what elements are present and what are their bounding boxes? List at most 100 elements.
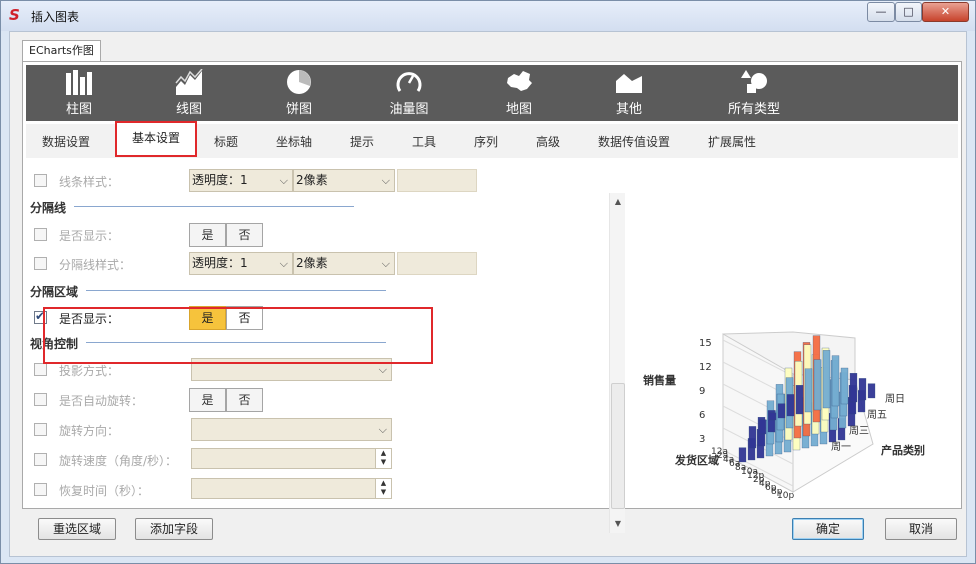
rotate-direction-select[interactable]: ⌵ bbox=[191, 418, 392, 441]
subtab-axis[interactable]: 坐标轴 bbox=[276, 133, 312, 150]
chart-type-gauge[interactable]: 油量图 bbox=[364, 65, 454, 121]
chart-type-other[interactable]: 其他 bbox=[584, 65, 674, 121]
auto-rotate-label: 是否自动旋转： bbox=[59, 394, 144, 408]
auto-rotate-row: 是否自动旋转： 是 否 bbox=[26, 388, 626, 412]
subtab-title[interactable]: 标题 bbox=[214, 133, 238, 150]
divider-opacity-select[interactable]: 透明度：1 ⌵ bbox=[189, 252, 293, 275]
bar-mark bbox=[804, 368, 813, 413]
subtab-data[interactable]: 数据设置 bbox=[42, 133, 90, 150]
scroll-thumb[interactable] bbox=[611, 383, 625, 509]
maximize-button[interactable]: □ bbox=[895, 2, 922, 22]
y-tick-label: 周一 bbox=[831, 441, 851, 453]
chart-type-map[interactable]: 地图 bbox=[474, 65, 564, 121]
chart-type-line[interactable]: 线图 bbox=[144, 65, 234, 121]
auto-rotate-yes-button[interactable]: 是 bbox=[189, 388, 226, 412]
z-axis-label: 销售量 bbox=[643, 373, 676, 387]
spinner-arrows-icon[interactable]: ▲ ▼ bbox=[375, 449, 391, 468]
recover-time-checkbox[interactable] bbox=[34, 483, 47, 496]
chart-type-all[interactable]: 所有类型 bbox=[694, 65, 814, 121]
rotate-direction-label: 旋转方向： bbox=[59, 424, 120, 438]
rotate-speed-row: 旋转速度（角度/秒）： ▲ ▼ bbox=[26, 448, 626, 472]
line-opacity-value: 透明度：1 bbox=[192, 173, 248, 187]
z-tick-label: 15 bbox=[699, 338, 712, 349]
area-line-chart-icon bbox=[175, 69, 203, 95]
title-bar: S 插入图表 — □ ✕ bbox=[1, 1, 975, 31]
cancel-button[interactable]: 取消 bbox=[885, 518, 957, 540]
chart-preview: 销售量 发货区域 产品类别 1512963 周日周五周三周一 12a2a4a6a… bbox=[643, 331, 925, 501]
other-chart-icon bbox=[616, 74, 642, 93]
highlight-area-section bbox=[43, 307, 433, 364]
rotate-speed-spinner[interactable]: ▲ ▼ bbox=[191, 448, 392, 469]
scroll-down-icon[interactable]: ▼ bbox=[610, 519, 626, 528]
tab-echarts[interactable]: ECharts作图 bbox=[22, 40, 101, 62]
line-style-checkbox[interactable] bbox=[34, 174, 47, 187]
bar-mark bbox=[786, 394, 795, 417]
toolbar-label: 地图 bbox=[505, 102, 532, 117]
toolbar-label: 饼图 bbox=[285, 102, 312, 117]
section-divider bbox=[74, 206, 354, 207]
area-section-title: 分隔区域 bbox=[30, 285, 79, 299]
subtab-tooltip[interactable]: 提示 bbox=[350, 133, 374, 150]
subtab-data-transfer[interactable]: 数据传值设置 bbox=[598, 133, 670, 150]
section-divider bbox=[86, 290, 386, 291]
toolbar-label: 所有类型 bbox=[727, 102, 780, 117]
bar-mark bbox=[849, 373, 858, 403]
toolbar-label: 油量图 bbox=[389, 102, 429, 117]
bar-chart-icon bbox=[66, 70, 92, 95]
subtab-series[interactable]: 序列 bbox=[474, 133, 498, 150]
all-types-icon bbox=[741, 70, 767, 93]
add-field-button[interactable]: 添加字段 bbox=[135, 518, 213, 540]
close-button[interactable]: ✕ bbox=[922, 2, 969, 22]
bar-mark bbox=[867, 383, 876, 399]
line-opacity-select[interactable]: 透明度：1 ⌵ bbox=[189, 169, 293, 192]
divider-width-select[interactable]: 2像素 ⌵ bbox=[293, 252, 395, 275]
divider-yes-button[interactable]: 是 bbox=[189, 223, 226, 247]
divider-no-button[interactable]: 否 bbox=[226, 223, 263, 247]
scroll-up-icon[interactable]: ▲ bbox=[610, 197, 626, 206]
divider-style-row: 分隔线样式： 透明度：1 ⌵ 2像素 ⌵ bbox=[26, 252, 626, 276]
recover-time-spinner[interactable]: ▲ ▼ bbox=[191, 478, 392, 499]
divider-style-checkbox[interactable] bbox=[34, 257, 47, 270]
tab-panel: 柱图 线图 饼图 油量图 地图 其他 所有类型 数据设置 基本设置 标题 坐标轴… bbox=[22, 61, 962, 533]
bar-mark bbox=[813, 359, 822, 411]
z-tick-label: 9 bbox=[699, 386, 705, 397]
line-width-value: 2像素 bbox=[296, 173, 328, 187]
chevron-down-icon: ⌵ bbox=[378, 423, 387, 436]
spinner-arrows-icon[interactable]: ▲ ▼ bbox=[375, 479, 391, 498]
auto-rotate-checkbox[interactable] bbox=[34, 393, 47, 406]
projection-checkbox[interactable] bbox=[34, 363, 47, 376]
line-color-box[interactable] bbox=[397, 169, 477, 192]
rotate-direction-checkbox[interactable] bbox=[34, 423, 47, 436]
divider-color-box[interactable] bbox=[397, 252, 477, 275]
chart-type-pie[interactable]: 饼图 bbox=[254, 65, 344, 121]
divider-show-checkbox[interactable] bbox=[34, 228, 47, 241]
rotate-speed-checkbox[interactable] bbox=[34, 453, 47, 466]
z-tick-label: 6 bbox=[699, 410, 705, 421]
insert-chart-dialog: S 插入图表 — □ ✕ ECharts作图 柱图 线图 饼图 油量图 地图 其… bbox=[0, 0, 976, 564]
form-scrollbar[interactable]: ▲ ▼ bbox=[609, 193, 625, 533]
minimize-button[interactable]: — bbox=[867, 2, 895, 22]
subtab-extended[interactable]: 扩展属性 bbox=[708, 133, 756, 150]
bar-mark bbox=[748, 426, 757, 449]
subtab-tools[interactable]: 工具 bbox=[412, 133, 436, 150]
auto-rotate-no-button[interactable]: 否 bbox=[226, 388, 263, 412]
line-width-select[interactable]: 2像素 ⌵ bbox=[293, 169, 395, 192]
bar-mark bbox=[795, 385, 804, 415]
pie-chart-icon bbox=[287, 70, 311, 94]
gauge-icon bbox=[396, 72, 422, 92]
rotate-direction-row: 旋转方向： ⌵ bbox=[26, 418, 626, 442]
dialog-body: ECharts作图 柱图 线图 饼图 油量图 地图 其他 所有类型 数据设置 基… bbox=[9, 31, 967, 557]
chart-type-bar[interactable]: 柱图 bbox=[34, 65, 124, 121]
bar-mark bbox=[858, 378, 867, 401]
reselect-area-button[interactable]: 重选区域 bbox=[38, 518, 116, 540]
z-tick-label: 3 bbox=[699, 434, 705, 445]
bar-mark bbox=[758, 419, 767, 435]
window-title: 插入图表 bbox=[31, 10, 80, 24]
y-tick-label: 周五 bbox=[867, 409, 887, 421]
subtab-advanced[interactable]: 高级 bbox=[536, 133, 560, 150]
china-map-icon bbox=[507, 71, 532, 91]
subtab-basic[interactable]: 基本设置 bbox=[115, 121, 197, 157]
divider-show-row: 是否显示： 是 否 bbox=[26, 223, 626, 247]
bar-mark bbox=[831, 355, 840, 407]
ok-button[interactable]: 确定 bbox=[792, 518, 864, 540]
